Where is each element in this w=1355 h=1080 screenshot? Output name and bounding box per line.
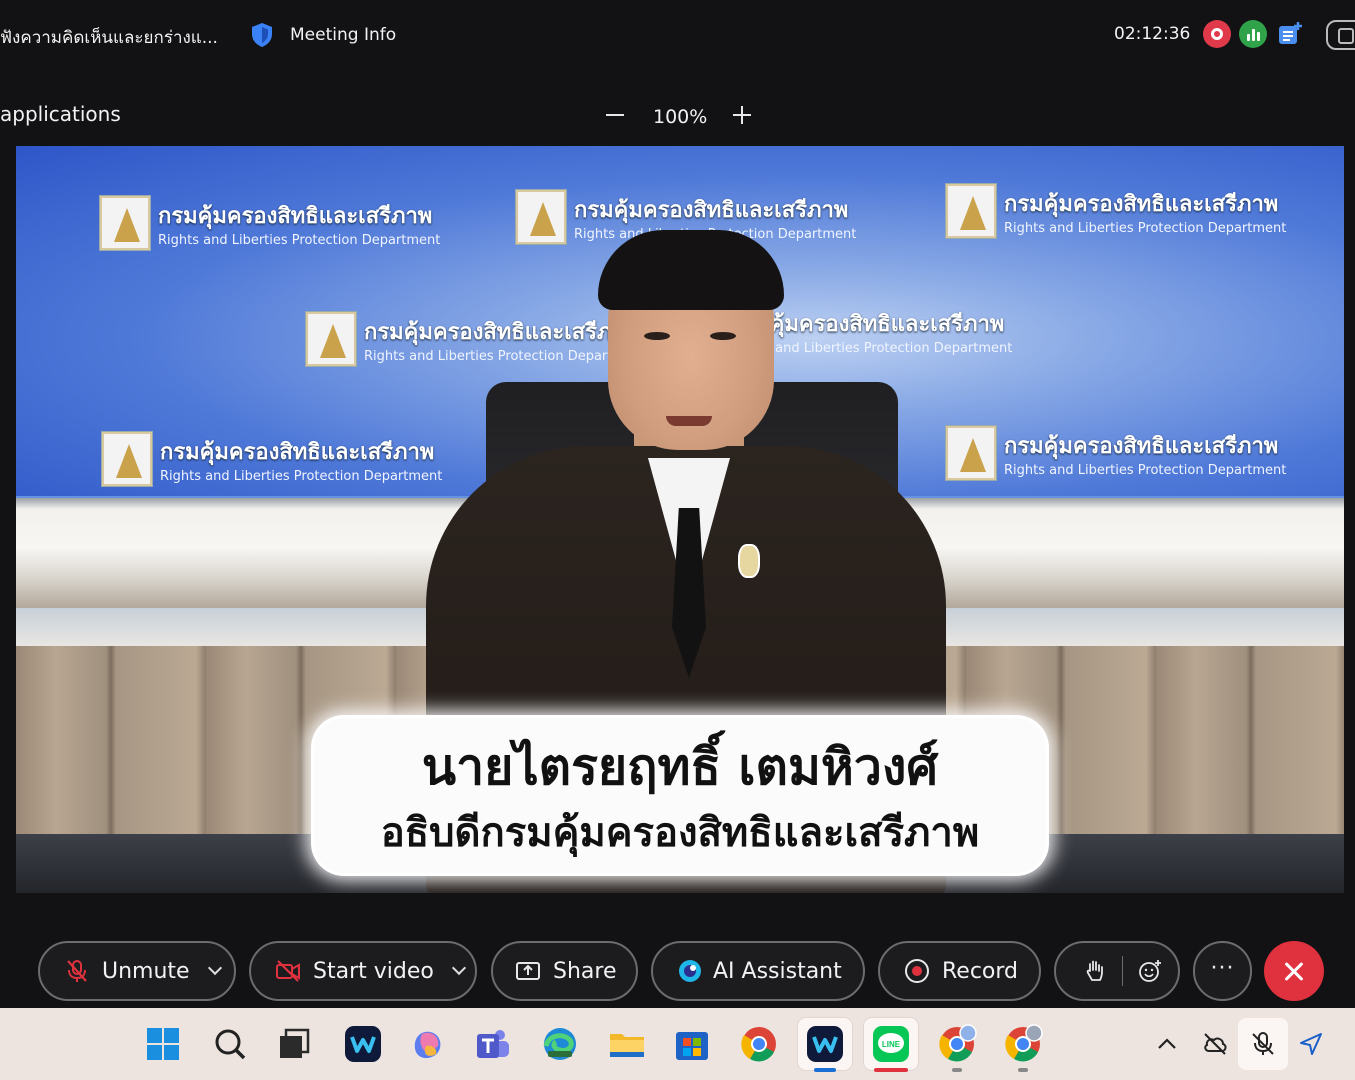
department-emblem-icon [102, 432, 152, 486]
mic-muted-icon [67, 960, 87, 982]
running-indicator [952, 1068, 962, 1072]
backdrop-org-th: กรมคุ้มครองสิทธิและเสรีภาพ [158, 204, 433, 229]
share-label: Share [553, 958, 617, 984]
backdrop-org-th: กรมคุ้มครองสิทธิและเสรีภาพ [364, 320, 639, 345]
attention-indicator [874, 1068, 908, 1072]
speaker-mouth [666, 416, 712, 426]
backdrop-org-en: Rights and Liberties Protection Departme… [160, 469, 443, 484]
active-indicator [814, 1068, 836, 1072]
backdrop-logo: กรมคุ้มครองสิทธิและเสรีภาพ Rights and Lib… [946, 184, 1286, 238]
microsoft-store-icon[interactable] [672, 1024, 712, 1064]
ai-assistant-button[interactable]: AI Assistant [651, 941, 865, 1001]
webex-icon[interactable] [343, 1024, 383, 1064]
backdrop-org-en: Rights and Liberties Protection Departme… [158, 233, 441, 248]
chevron-down-icon[interactable] [451, 960, 466, 976]
department-emblem-icon [100, 196, 150, 250]
svg-text:LINE: LINE [882, 1040, 901, 1049]
shield-icon[interactable] [250, 22, 274, 48]
backdrop-org-en: Rights and Liberties Protection Departme… [1004, 463, 1287, 478]
unmute-button[interactable]: Unmute [38, 941, 236, 1001]
task-view-icon[interactable] [274, 1024, 314, 1064]
department-emblem-icon [946, 426, 996, 480]
copilot-icon[interactable] [408, 1024, 448, 1064]
running-indicator [1018, 1068, 1028, 1072]
notes-icon[interactable] [1276, 20, 1304, 48]
backdrop-org-th: กรมคุ้มครองสิทธิและเสรีภาพ [574, 198, 849, 223]
webex-active-icon[interactable] [798, 1018, 852, 1070]
backdrop-org-en: Rights and Liberties Protection Departme… [1004, 221, 1287, 236]
unmute-label: Unmute [102, 958, 190, 984]
raise-hand-icon[interactable] [1082, 958, 1108, 984]
line-icon[interactable]: LINE [864, 1018, 918, 1070]
backdrop-org-th: กรมคุ้มครองสิทธิและเสรีภาพ [160, 440, 435, 465]
more-icon: ··· [1210, 955, 1235, 981]
mic-muted-tray-icon[interactable] [1249, 1030, 1277, 1058]
zoom-in-button[interactable] [731, 104, 753, 126]
record-label: Record [942, 958, 1019, 984]
chrome-profile-1-icon[interactable] [937, 1024, 977, 1064]
teams-icon[interactable] [473, 1024, 513, 1064]
location-icon[interactable] [1297, 1030, 1325, 1058]
edge-icon[interactable] [540, 1024, 580, 1064]
recording-indicator-icon[interactable] [1203, 20, 1231, 48]
record-icon [905, 959, 929, 983]
ai-assistant-label: AI Assistant [713, 958, 842, 984]
ai-assistant-icon [679, 960, 701, 982]
speaker-eye [710, 332, 736, 340]
backdrop-logo: กรมคุ้มครองสิทธิและเสรีภาพ Rights and Lib… [946, 426, 1286, 480]
speaker-eye [644, 332, 670, 340]
backdrop-org-th: กรมคุ้มครองสิทธิและเสรีภาพ [1004, 192, 1279, 217]
caption-title: อธิบดีกรมคุ้มครองสิทธิและเสรีภาพ [380, 810, 980, 856]
meeting-timer: 02:12:36 [1114, 24, 1191, 44]
zoom-level[interactable]: 100% [653, 106, 707, 128]
title-bar: ฟังความคิดเห็นและยกร่างแ... Meeting Info… [0, 0, 1355, 72]
chevron-down-icon[interactable] [207, 960, 222, 976]
backdrop-logo: กรมคุ้มครองสิทธิและเสรีภาพ Rights and Lib… [100, 196, 440, 250]
video-off-icon [276, 960, 300, 982]
meeting-title[interactable]: ฟังความคิดเห็นและยกร่างแ... [0, 24, 218, 51]
layout-icon[interactable] [1326, 20, 1355, 50]
backdrop-org-en: Rights and Liberties Protection Departme… [364, 349, 647, 364]
chrome-profile-2-icon[interactable] [1003, 1024, 1043, 1064]
meeting-info-button[interactable]: Meeting Info [290, 25, 396, 45]
chevron-up-icon[interactable] [1153, 1030, 1181, 1058]
start-video-label: Start video [313, 958, 434, 984]
windows-start-icon[interactable] [143, 1024, 183, 1064]
shared-video: กรมคุ้มครองสิทธิและเสรีภาพ Rights and Lib… [16, 146, 1344, 893]
share-screen-icon [516, 962, 540, 980]
cloud-off-icon[interactable] [1201, 1030, 1229, 1058]
zoom-out-button[interactable] [604, 104, 626, 126]
department-emblem-icon [306, 312, 356, 366]
backdrop-logo: กรมคุ้มครองสิทธิและเสรีภาพ Rights and Lib… [102, 432, 442, 486]
stats-icon[interactable] [1239, 20, 1267, 48]
record-button[interactable]: Record [878, 941, 1041, 1001]
emoji-reaction-icon[interactable] [1137, 958, 1163, 984]
more-options-button[interactable]: ··· [1193, 941, 1252, 1001]
department-emblem-icon [516, 190, 566, 244]
lapel-pin [738, 544, 760, 578]
reactions-group [1054, 941, 1180, 1001]
caption-name: นายไตรยฤทธิ์ เตมหิวงศ์ [421, 738, 939, 796]
end-meeting-button[interactable] [1264, 941, 1324, 1001]
speaker-hair [598, 230, 784, 310]
file-explorer-icon[interactable] [607, 1024, 647, 1064]
backdrop-org-th: กรมคุ้มครองสิทธิและเสรีภาพ [1004, 434, 1279, 459]
divider [1122, 956, 1123, 986]
chrome-icon[interactable] [739, 1024, 779, 1064]
start-video-button[interactable]: Start video [249, 941, 477, 1001]
backdrop-logo: กรมคุ้มครองสิทธิและเสรีภาพ Rights and Lib… [306, 312, 646, 366]
name-caption: นายไตรยฤทธิ์ เตมหิวงศ์ อธิบดีกรมคุ้มครอง… [314, 718, 1046, 873]
webex-meeting-window: ฟังความคิดเห็นและยกร่างแ... Meeting Info… [0, 0, 1355, 1008]
search-icon[interactable] [210, 1024, 250, 1064]
department-emblem-icon [946, 184, 996, 238]
share-button[interactable]: Share [491, 941, 638, 1001]
shared-app-label: applications [0, 102, 121, 126]
